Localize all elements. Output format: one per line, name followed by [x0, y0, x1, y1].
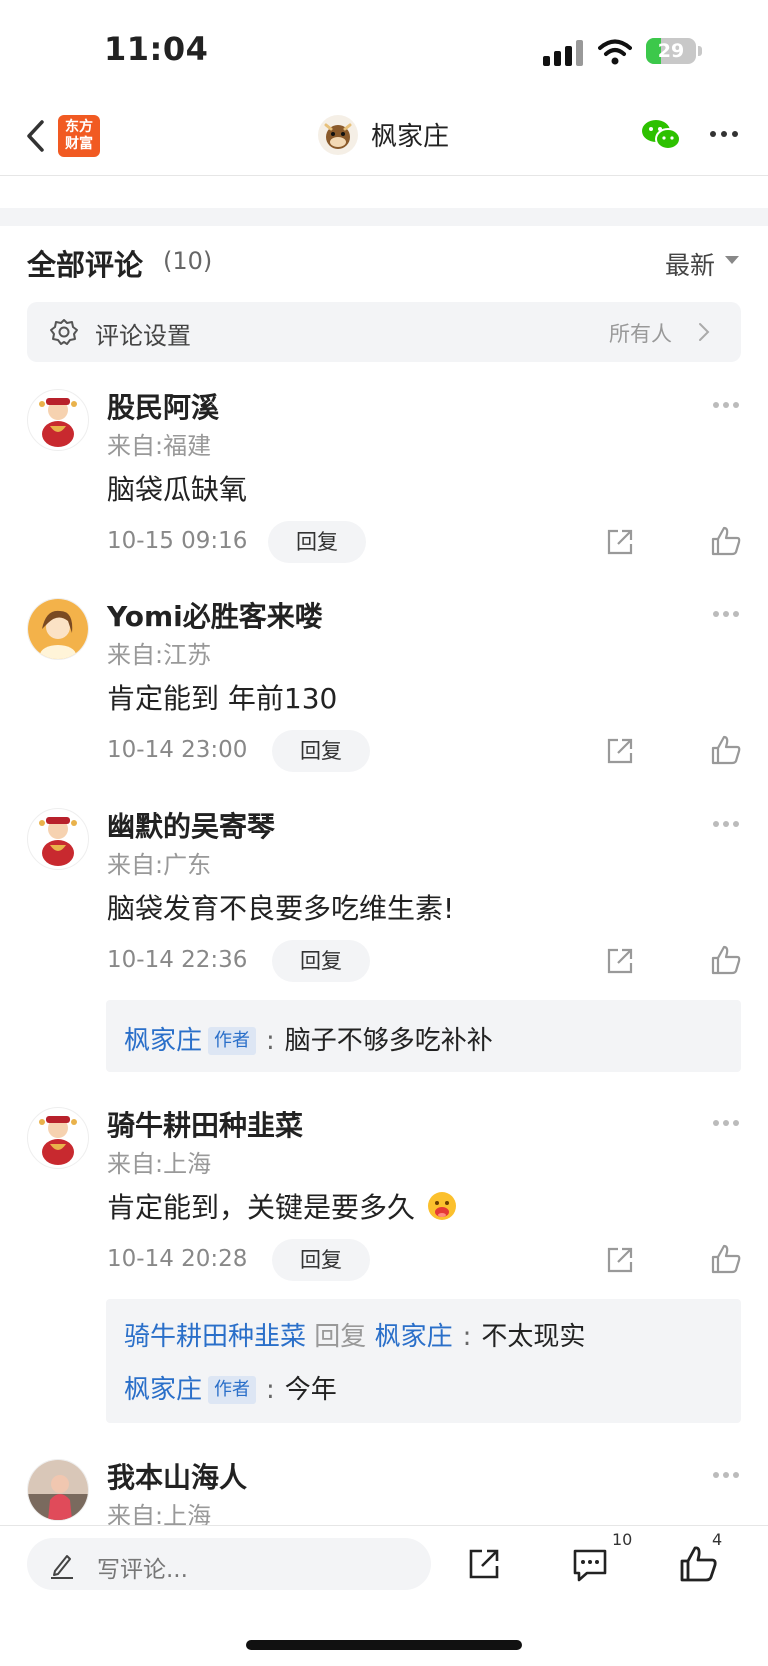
- more-dots-icon[interactable]: [712, 610, 740, 618]
- battery-cap: [698, 46, 702, 56]
- comment-username[interactable]: 骑牛耕田种韭菜: [107, 1104, 303, 1144]
- reply-button[interactable]: 回复: [272, 730, 370, 772]
- comment-text: 脑袋瓜缺氧: [107, 473, 248, 506]
- settings-value: 所有人: [609, 322, 672, 346]
- comment-username[interactable]: 股民阿溪: [107, 386, 219, 426]
- comment-time: 10-14 22:36: [107, 947, 248, 973]
- wechat-icon[interactable]: [641, 118, 681, 152]
- thumbs-up-icon[interactable]: [678, 1544, 718, 1584]
- settings-label: 评论设置: [95, 322, 191, 350]
- comment-text: 脑袋发育不良要多吃维生素!: [107, 892, 455, 925]
- home-indicator[interactable]: [246, 1640, 522, 1650]
- comment-icon[interactable]: [571, 1546, 609, 1584]
- cellular-signal-icon: [543, 40, 585, 66]
- reply-verb: 回复: [314, 1322, 367, 1352]
- reply-text: 不太现实: [481, 1322, 586, 1352]
- reply-text: 脑子不够多吃补补: [284, 1026, 493, 1056]
- comment-time: 10-14 20:28: [107, 1246, 248, 1272]
- reply-separator: :: [462, 1322, 472, 1352]
- app-logo[interactable]: 东方 财富: [58, 115, 100, 157]
- comment-username[interactable]: Yomi必胜客来喽: [107, 595, 323, 635]
- user-avatar[interactable]: [27, 1459, 89, 1521]
- reply-separator: :: [266, 1026, 275, 1056]
- sort-selector[interactable]: 最新: [665, 246, 715, 282]
- battery-icon: 29: [646, 38, 696, 64]
- author-tag: 作者: [208, 1027, 257, 1055]
- reply-from[interactable]: 骑牛耕田种韭菜: [124, 1322, 306, 1352]
- reply-line: 骑牛耕田种韭菜 回复 枫家庄: 不太现实: [124, 1316, 585, 1353]
- write-comment-placeholder: 写评论...: [97, 1557, 188, 1583]
- share-icon[interactable]: [604, 526, 636, 558]
- author-avatar[interactable]: [318, 115, 358, 155]
- comment-region: 来自:上海: [107, 1150, 212, 1178]
- reply-line: 枫家庄 作者: 今年: [124, 1369, 337, 1406]
- thumbs-up-icon[interactable]: [710, 1243, 742, 1275]
- share-icon[interactable]: [604, 1244, 636, 1276]
- reply-separator: :: [266, 1375, 275, 1405]
- nav-divider: [0, 175, 768, 176]
- reply-thread[interactable]: 骑牛耕田种韭菜 回复 枫家庄: 不太现实 枫家庄 作者: 今年: [106, 1299, 741, 1423]
- thumbs-up-icon[interactable]: [710, 734, 742, 766]
- more-dots-icon[interactable]: [712, 1471, 740, 1479]
- reply-button[interactable]: 回复: [272, 940, 370, 982]
- fortune-god-avatar-icon: [39, 1116, 77, 1165]
- comment-username[interactable]: 我本山海人: [107, 1456, 247, 1496]
- comment-settings-row[interactable]: 评论设置 所有人: [27, 302, 741, 362]
- more-icon[interactable]: [708, 122, 740, 146]
- battery-level: 29: [657, 40, 685, 62]
- wifi-icon: [598, 39, 632, 65]
- comment-region: 来自:广东: [107, 851, 212, 879]
- caret-down-icon[interactable]: [725, 256, 739, 264]
- gear-icon: [50, 319, 78, 345]
- user-avatar[interactable]: [27, 1107, 89, 1169]
- share-icon[interactable]: [604, 735, 636, 767]
- fortune-god-avatar-icon: [39, 817, 77, 866]
- author-tag: 作者: [208, 1376, 257, 1404]
- share-icon[interactable]: [466, 1546, 502, 1582]
- user-avatar[interactable]: [27, 808, 89, 870]
- comment-text: 肯定能到，关键是要多久: [107, 1191, 416, 1224]
- fortune-god-avatar-icon: [39, 398, 77, 447]
- logo-text-top: 东方: [65, 119, 93, 135]
- back-icon[interactable]: [22, 116, 50, 156]
- reply-line: 枫家庄 作者: 脑子不够多吃补补: [124, 1020, 493, 1057]
- reply-button[interactable]: 回复: [268, 521, 366, 563]
- more-dots-icon[interactable]: [712, 820, 740, 828]
- reply-text: 今年: [284, 1375, 337, 1405]
- user-avatar[interactable]: [27, 598, 89, 660]
- comment-text-row: 肯定能到，关键是要多久: [107, 1186, 458, 1226]
- like-count-badge: 4: [712, 1530, 723, 1549]
- thumbs-up-icon[interactable]: [710, 944, 742, 976]
- reply-author[interactable]: 枫家庄: [124, 1375, 202, 1405]
- pencil-icon: [51, 1555, 73, 1579]
- thumbs-up-icon[interactable]: [710, 525, 742, 557]
- comments-count: (10): [163, 247, 213, 275]
- photo-avatar-icon: [28, 1460, 88, 1520]
- user-avatar[interactable]: [27, 389, 89, 451]
- reply-button[interactable]: 回复: [272, 1239, 370, 1281]
- page-title: 枫家庄: [371, 122, 450, 152]
- comment-time: 10-14 23:00: [107, 737, 248, 763]
- comments-heading: 全部评论: [27, 248, 144, 282]
- chevron-right-icon: [699, 323, 710, 341]
- more-dots-icon[interactable]: [712, 401, 740, 409]
- girl-photo-avatar-icon: [28, 599, 88, 659]
- comment-time: 10-15 09:16: [107, 528, 248, 554]
- more-dots-icon[interactable]: [712, 1119, 740, 1127]
- comment-region: 来自:福建: [107, 432, 212, 460]
- reply-thread[interactable]: 枫家庄 作者: 脑子不够多吃补补: [106, 1000, 741, 1072]
- reply-to[interactable]: 枫家庄: [375, 1322, 453, 1352]
- comment-count-badge: 10: [612, 1530, 633, 1549]
- comment-text: 肯定能到 年前130: [107, 682, 338, 715]
- drooling-face-emoji-icon: [427, 1192, 456, 1220]
- comment-username[interactable]: 幽默的吴寄琴: [107, 805, 275, 845]
- comment-region: 来自:江苏: [107, 641, 212, 669]
- reply-author[interactable]: 枫家庄: [124, 1026, 202, 1056]
- logo-text-bottom: 财富: [65, 136, 93, 152]
- cow-avatar-icon: [324, 123, 352, 149]
- section-divider: [0, 208, 768, 226]
- status-time: 11:04: [104, 30, 209, 68]
- write-comment-input[interactable]: 写评论...: [27, 1538, 431, 1590]
- share-icon[interactable]: [604, 945, 636, 977]
